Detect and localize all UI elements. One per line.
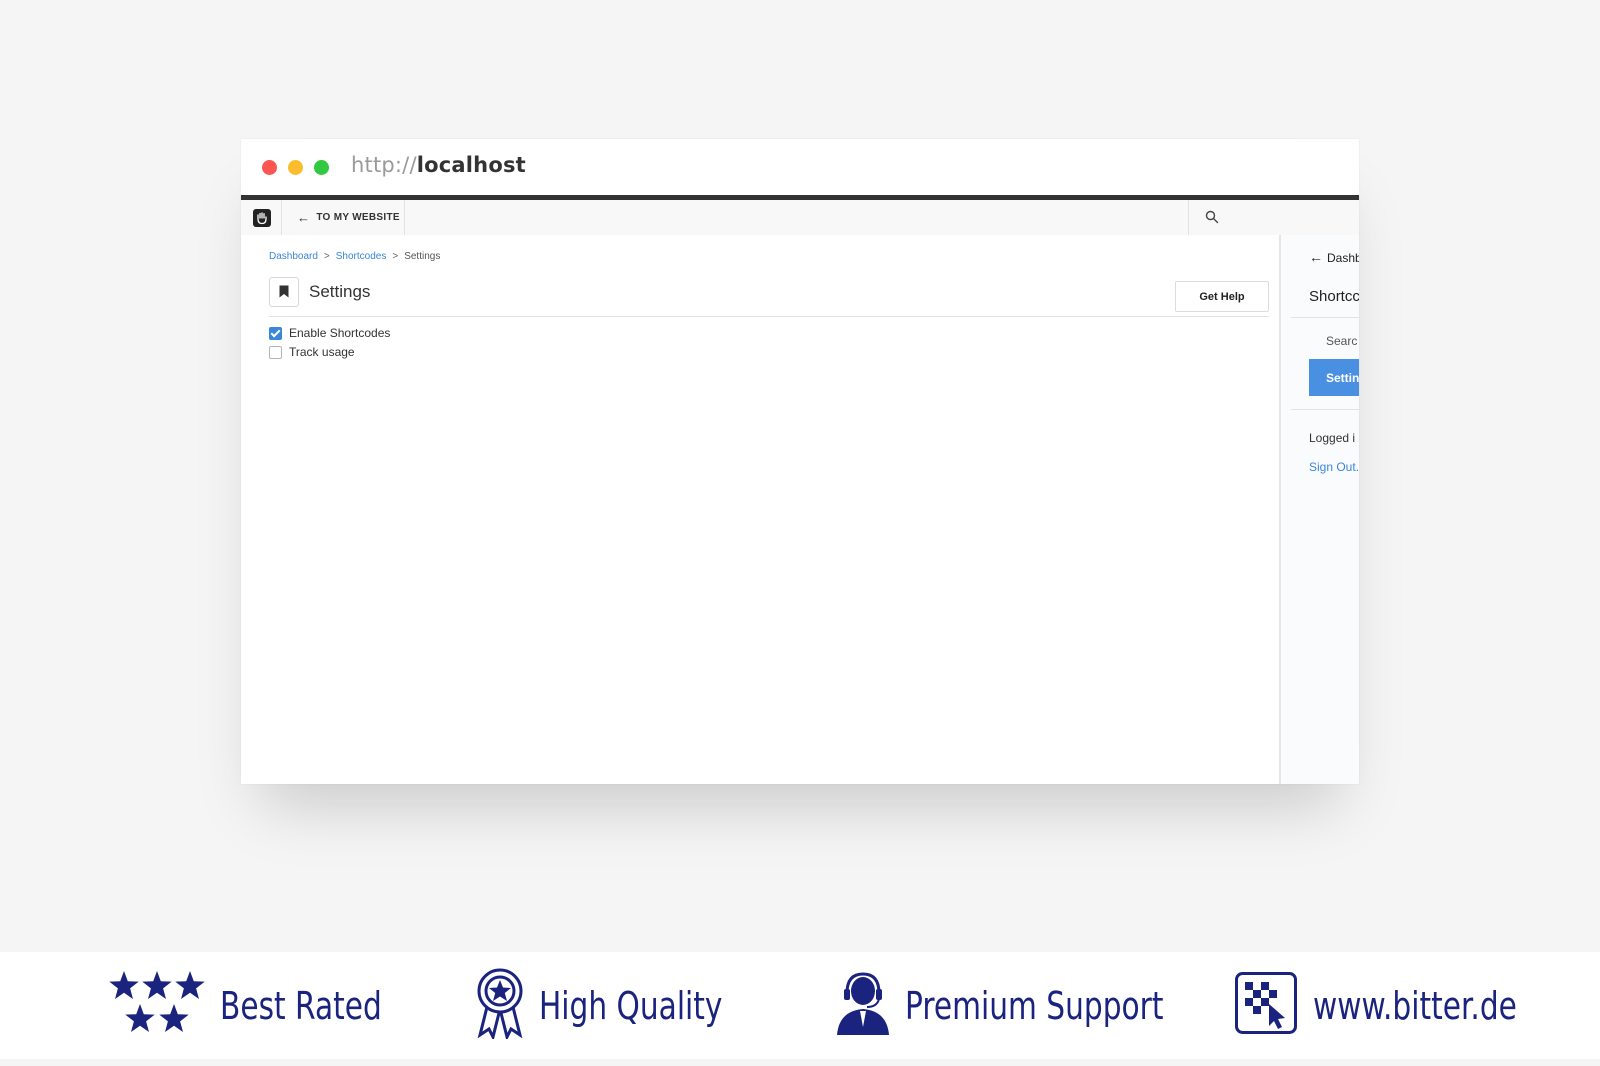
page-header: Settings Get Help (269, 277, 1269, 317)
badge-high-quality: High Quality (475, 952, 774, 1059)
sidebar-item-label: Settin (1326, 371, 1359, 385)
toolbar-divider (281, 200, 282, 235)
headset-support-icon (835, 971, 891, 1040)
sidebar-title: Shortcc (1309, 288, 1359, 305)
main-content: Dashboard > Shortcodes > Settings Settings G… (241, 235, 1281, 784)
badge-website: www.bitter.de (1235, 952, 1574, 1059)
badge-high-quality-label: High Quality (539, 983, 723, 1028)
arrow-left-icon: ← (1309, 249, 1323, 265)
browser-window: http://localhost ← TO MY WEBSITE Dashboa… (241, 139, 1359, 784)
enable-shortcodes-label: Enable Shortcodes (289, 326, 391, 340)
url-host: localhost (416, 153, 526, 177)
badge-premium-support-label: Premium Support (905, 983, 1164, 1028)
toolbar-divider (1188, 200, 1189, 235)
sidebar-item-settings[interactable]: Settin (1309, 359, 1359, 396)
breadcrumb-separator: > (323, 251, 330, 262)
right-sidebar: ← Dashb Shortcc Searc Settin Logged i Sig… (1279, 235, 1359, 784)
browser-titlebar: http://localhost (241, 139, 1359, 200)
breadcrumb-shortcodes[interactable]: Shortcodes (336, 251, 387, 262)
badge-best-rated-label: Best Rated (220, 983, 382, 1028)
enable-shortcodes-option[interactable]: Enable Shortcodes (269, 326, 390, 340)
arrow-left-icon: ← (297, 210, 311, 225)
to-my-website-label: TO MY WEBSITE (316, 212, 400, 223)
breadcrumb-dashboard[interactable]: Dashboard (269, 251, 318, 262)
maximize-window-dot[interactable] (314, 160, 329, 175)
track-usage-checkbox[interactable] (269, 345, 282, 359)
sidebar-item-search[interactable]: Searc (1326, 334, 1357, 348)
award-ribbon-icon (475, 967, 525, 1044)
track-usage-option[interactable]: Track usage (269, 345, 355, 359)
badge-website-label: www.bitter.de (1313, 983, 1517, 1028)
address-bar[interactable]: http://localhost (351, 153, 526, 177)
bookmark-icon[interactable] (269, 277, 299, 307)
track-usage-label: Track usage (289, 345, 355, 359)
badge-best-rated: Best Rated (108, 952, 427, 1059)
sign-out-link[interactable]: Sign Out. (1309, 460, 1359, 474)
feature-badges-bar: Best Rated High Quality Premium Support … (0, 952, 1600, 1059)
breadcrumb-current: Settings (404, 251, 441, 262)
breadcrumb-separator: > (392, 251, 399, 262)
toolbar-divider (404, 200, 405, 235)
sidebar-divider (1291, 409, 1359, 410)
get-help-button[interactable]: Get Help (1175, 281, 1269, 312)
sidebar-back-link[interactable]: ← Dashb (1309, 249, 1359, 265)
sidebar-back-label: Dashb (1327, 251, 1359, 265)
logged-in-text: Logged i (1309, 431, 1356, 445)
badge-premium-support: Premium Support (835, 952, 1236, 1059)
search-icon[interactable] (1205, 210, 1219, 229)
stars-icon (108, 971, 208, 1040)
cms-logo-icon[interactable] (253, 209, 271, 227)
close-window-dot[interactable] (262, 160, 277, 175)
bitter-logo-icon (1235, 972, 1297, 1039)
page-title: Settings (309, 282, 371, 301)
url-protocol: http:// (351, 153, 417, 177)
enable-shortcodes-checkbox[interactable] (269, 326, 282, 340)
minimize-window-dot[interactable] (288, 160, 303, 175)
cms-toolbar: ← TO MY WEBSITE (241, 200, 1359, 236)
breadcrumb: Dashboard > Shortcodes > Settings (269, 251, 440, 262)
to-my-website-link[interactable]: ← TO MY WEBSITE (297, 200, 400, 235)
sidebar-divider (1291, 317, 1359, 318)
